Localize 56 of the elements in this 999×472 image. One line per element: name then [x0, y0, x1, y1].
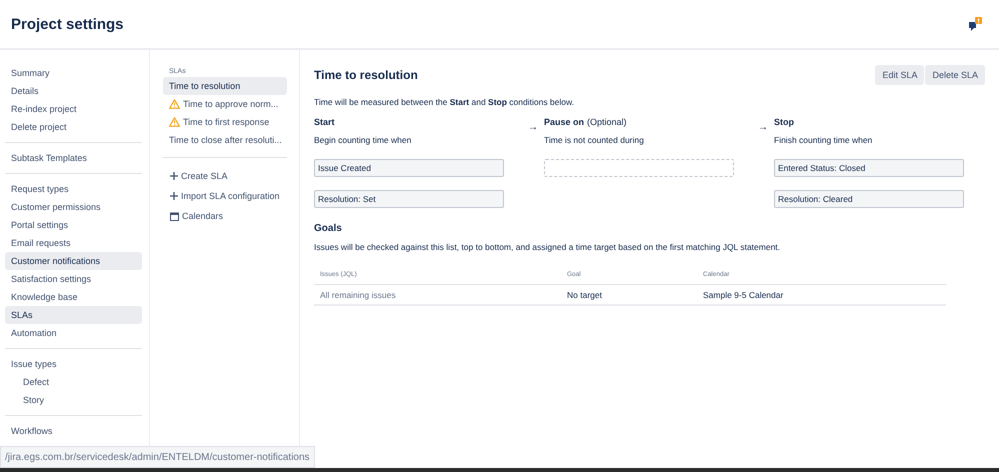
table-cell-text: Sample 9-5 Calendar [702, 290, 784, 300]
sla-item[interactable]: Time to resolution [163, 77, 287, 95]
column-subtitle: Time is not counted during [544, 135, 645, 145]
sidebar-item[interactable]: Portal settings [5, 216, 142, 234]
action-link[interactable]: Import SLA configuration [163, 186, 287, 206]
sidebar-item[interactable]: SLAs [5, 306, 142, 324]
condition-field[interactable]: Resolution: Cleared [774, 190, 964, 208]
arrow-text: → [528, 121, 538, 135]
action-link[interactable]: Calendars [163, 206, 287, 226]
calendar-icon [170, 212, 179, 220]
plus-icon [170, 192, 178, 200]
sidebar-item[interactable]: Defect [5, 373, 142, 391]
condition-field[interactable]: Resolution: Set [314, 190, 504, 208]
sidebar-item[interactable]: Workflows [5, 422, 142, 440]
arrow-text: → [758, 121, 768, 135]
sidebar-item[interactable]: Summary [5, 64, 142, 82]
sidebar-item[interactable]: Automation [5, 324, 142, 342]
sidebar-item[interactable]: Customer permissions [5, 198, 142, 216]
sidebar-item[interactable]: Details [5, 82, 142, 100]
sidebar-item[interactable]: Customer notifications [5, 252, 142, 270]
sidebar-item[interactable]: Delete project [5, 118, 142, 136]
sidebar-item[interactable]: Issue types [5, 355, 142, 373]
sla-title: Time to resolution [314, 68, 418, 82]
status-url: /jira.egs.com.br/servicedesk/admin/ENTELDM/customer-notifications [0, 446, 315, 468]
column-title: Stop [774, 117, 794, 129]
goals-description: Issues will be checked against this list, top to bottom, and assigned a time target based on the first matching JQL statement. [314, 242, 782, 252]
column-note: (Optional) [587, 117, 627, 129]
sla-item[interactable]: Time to first response [163, 113, 287, 131]
sidebar-item[interactable]: Request types [5, 180, 142, 198]
goals-title: Goals [314, 223, 343, 234]
sla-button[interactable]: Delete SLA [925, 65, 985, 85]
intro-text: Time will be measured between the Start and Stop conditions below. [314, 97, 576, 107]
warning-icon [169, 117, 180, 127]
sidebar-item[interactable]: Story [5, 391, 142, 409]
sidebar-item[interactable]: Subtask Templates [5, 149, 142, 167]
table-cell-text: No target [566, 290, 603, 300]
sla-item[interactable]: Time to close after resoluti... [163, 131, 287, 149]
action-link[interactable]: Create SLA [163, 166, 287, 186]
sidebar-item[interactable]: Knowledge base [5, 288, 142, 306]
table-cell-text: All remaining issues [319, 290, 397, 300]
sla-button[interactable]: Edit SLA [875, 65, 924, 85]
column-subtitle: Begin counting time when [314, 135, 412, 145]
plus-icon [170, 172, 178, 180]
sla-item[interactable]: Time to approve norm... [163, 95, 287, 113]
empty-condition-field[interactable] [544, 159, 734, 177]
condition-field[interactable]: Entered Status: Closed [774, 159, 964, 177]
sidebar-item[interactable]: Email requests [5, 234, 142, 252]
sidebar-item[interactable]: Re-index project [5, 100, 142, 118]
condition-field[interactable]: Issue Created [314, 159, 504, 177]
page-title: Project settings [11, 16, 124, 32]
sidebar-item[interactable]: Satisfaction settings [5, 270, 142, 288]
feedback-icon[interactable] [969, 17, 983, 31]
column-subtitle: Finish counting time when [774, 135, 874, 145]
warning-icon [169, 99, 180, 109]
column-title: Start [314, 117, 335, 129]
column-title: Pause on [544, 117, 584, 129]
